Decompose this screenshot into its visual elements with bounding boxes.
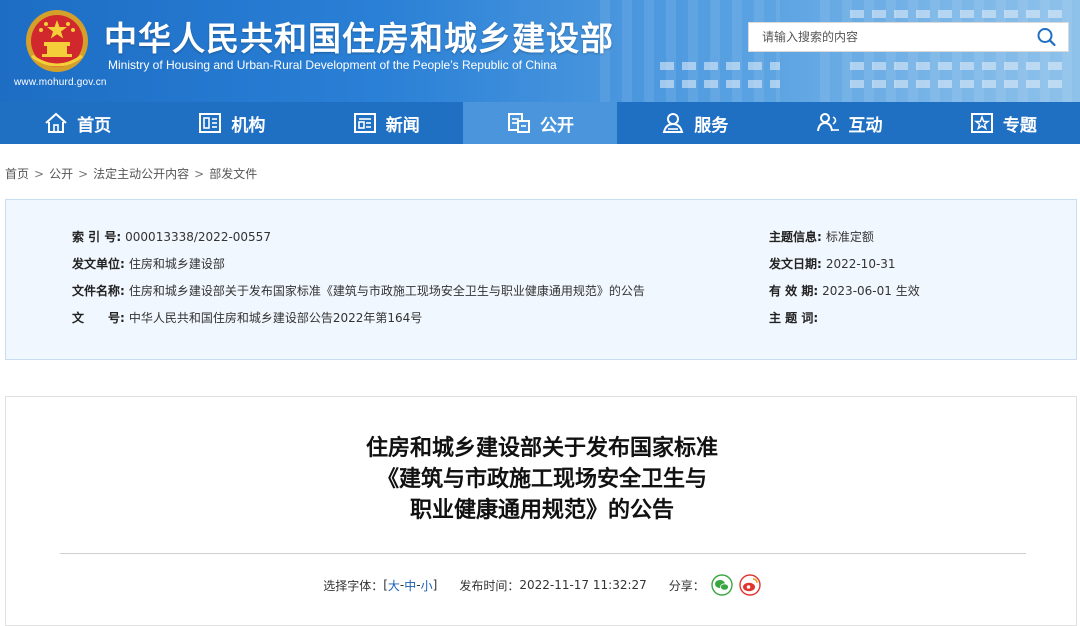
share-label: 分享： [668, 578, 705, 593]
nav-item-label: 公开 [539, 115, 574, 136]
home-icon [45, 112, 67, 133]
article-title-line: 职业健康通用规范》的公告 [409, 498, 674, 523]
nav-item-interact[interactable]: 互动 [771, 102, 925, 144]
news-icon [353, 113, 376, 133]
info-index-value: 000013338/2022-00557 [125, 230, 271, 244]
breadcrumb-item-ministry-docs[interactable]: 部发文件 [209, 167, 257, 181]
publish-time-value: 2022-11-17 11:32:27 [519, 578, 647, 592]
nav-item-label: 机构 [231, 115, 266, 136]
weibo-icon[interactable] [739, 574, 761, 596]
nav-item-label: 专题 [1002, 115, 1037, 136]
search-icon[interactable] [1036, 27, 1058, 47]
breadcrumb-item-public[interactable]: 公开 [49, 167, 73, 181]
info-validity-row: 有 效 期: 2023-06-01 生效 [769, 282, 920, 299]
info-issuer-row: 发文单位: 住房和城乡建设部 [72, 255, 225, 272]
nav-item-label: 服务 [694, 115, 729, 136]
font-small-button[interactable]: 小 [421, 577, 433, 594]
info-docname-row: 文件名称: 住房和城乡建设部关于发布国家标准《建筑与市政施工现场安全卫生与职业健康… [72, 282, 645, 299]
info-index-row: 索 引 号: 000013338/2022-00557 [72, 228, 271, 245]
title-divider [60, 553, 1026, 554]
nav-item-public[interactable]: 公开 [462, 102, 618, 144]
article-container: 住房和城乡建设部关于发布国家标准 《建筑与市政施工现场安全卫生与 职业健康通用规… [5, 396, 1077, 626]
info-keywords-row: 主 题 词: [769, 309, 822, 326]
info-docname-label: 文件名称: [72, 284, 125, 298]
info-validity-value: 2023-06-01 生效 [822, 284, 920, 298]
nav-item-topic[interactable]: 专题 [926, 102, 1080, 144]
nav-item-label: 首页 [77, 115, 112, 136]
info-topic-label: 主题信息: [769, 230, 822, 244]
nav-item-organization[interactable]: 机构 [154, 102, 308, 144]
info-topic-value: 标准定额 [825, 230, 874, 244]
info-issuer-value: 住房和城乡建设部 [128, 257, 225, 271]
banner-window-row [660, 62, 780, 70]
font-medium-button[interactable]: 中 [404, 577, 416, 594]
national-emblem-icon [26, 10, 88, 72]
site-subtitle: Ministry of Housing and Urban-Rural Deve… [108, 58, 557, 72]
nav-item-label: 新闻 [385, 115, 420, 136]
article-title: 住房和城乡建设部关于发布国家标准 《建筑与市政施工现场安全卫生与 职业健康通用规… [6, 433, 1078, 526]
search-input[interactable] [749, 23, 1019, 51]
nav-item-home[interactable]: 首页 [0, 102, 154, 144]
info-date-row: 发文日期: 2022-10-31 [769, 255, 896, 272]
font-large-button[interactable]: 大 [388, 577, 400, 594]
public-icon [507, 113, 530, 133]
breadcrumb: 首页 > 公开 > 法定主动公开内容 > 部发文件 [5, 165, 257, 182]
info-date-value: 2022-10-31 [825, 257, 896, 271]
banner-window-row [850, 80, 1070, 88]
font-size-label: 选择字体： [323, 578, 384, 593]
info-topic-row: 主题信息: 标准定额 [769, 228, 874, 245]
info-docno-value: 中华人民共和国住房和城乡建设部公告2022年第164号 [128, 311, 423, 325]
nav-item-news[interactable]: 新闻 [309, 102, 463, 144]
interact-icon [816, 113, 839, 132]
breadcrumb-separator: > [194, 167, 205, 181]
search-box [748, 22, 1069, 52]
info-validity-label: 有 效 期: [769, 284, 819, 298]
document-info-panel: 索 引 号: 000013338/2022-00557 发文单位: 住房和城乡建设部… [5, 199, 1077, 360]
info-docno-row: 文 号: 中华人民共和国住房和城乡建设部公告2022年第164号 [72, 309, 422, 326]
service-icon [662, 113, 684, 133]
breadcrumb-separator: > [78, 167, 89, 181]
main-nav: 首页 机构 新闻 公开 服务 互动 专题 [0, 102, 1080, 144]
breadcrumb-separator: > [34, 167, 45, 181]
font-bracket-close: ] [432, 578, 438, 592]
breadcrumb-item-home[interactable]: 首页 [5, 167, 29, 181]
info-docname-value: 住房和城乡建设部关于发布国家标准《建筑与市政施工现场安全卫生与职业健康通用规范》… [128, 284, 645, 298]
banner-window-row [850, 10, 1070, 18]
site-title[interactable]: 中华人民共和国住房和城乡建设部 [104, 12, 614, 60]
organization-icon [199, 113, 222, 133]
publish-time-label: 发布时间： [459, 578, 520, 593]
wechat-icon[interactable] [711, 574, 733, 596]
info-docno-label: 文 号: [72, 311, 125, 325]
article-title-line: 住房和城乡建设部关于发布国家标准 [365, 436, 718, 461]
info-issuer-label: 发文单位: [72, 257, 125, 271]
info-index-label: 索 引 号: [72, 230, 122, 244]
article-title-line: 《建筑与市政施工现场安全卫生与 [376, 467, 707, 492]
topic-icon [970, 113, 993, 133]
banner-window-row [850, 62, 1070, 70]
banner-window-row [660, 80, 780, 88]
header-banner: www.mohurd.gov.cn 中华人民共和国住房和城乡建设部 Minist… [0, 0, 1080, 102]
nav-item-label: 互动 [848, 115, 883, 136]
info-keywords-label: 主 题 词: [769, 311, 819, 325]
article-meta: 选择字体： [ 大 - 中 - 小 ] 发布时间： 2022-11-17 11:… [6, 573, 1078, 597]
site-url: www.mohurd.gov.cn [14, 77, 107, 88]
info-date-label: 发文日期: [769, 257, 822, 271]
breadcrumb-item-statutory[interactable]: 法定主动公开内容 [93, 167, 189, 181]
nav-item-service[interactable]: 服务 [617, 102, 771, 144]
